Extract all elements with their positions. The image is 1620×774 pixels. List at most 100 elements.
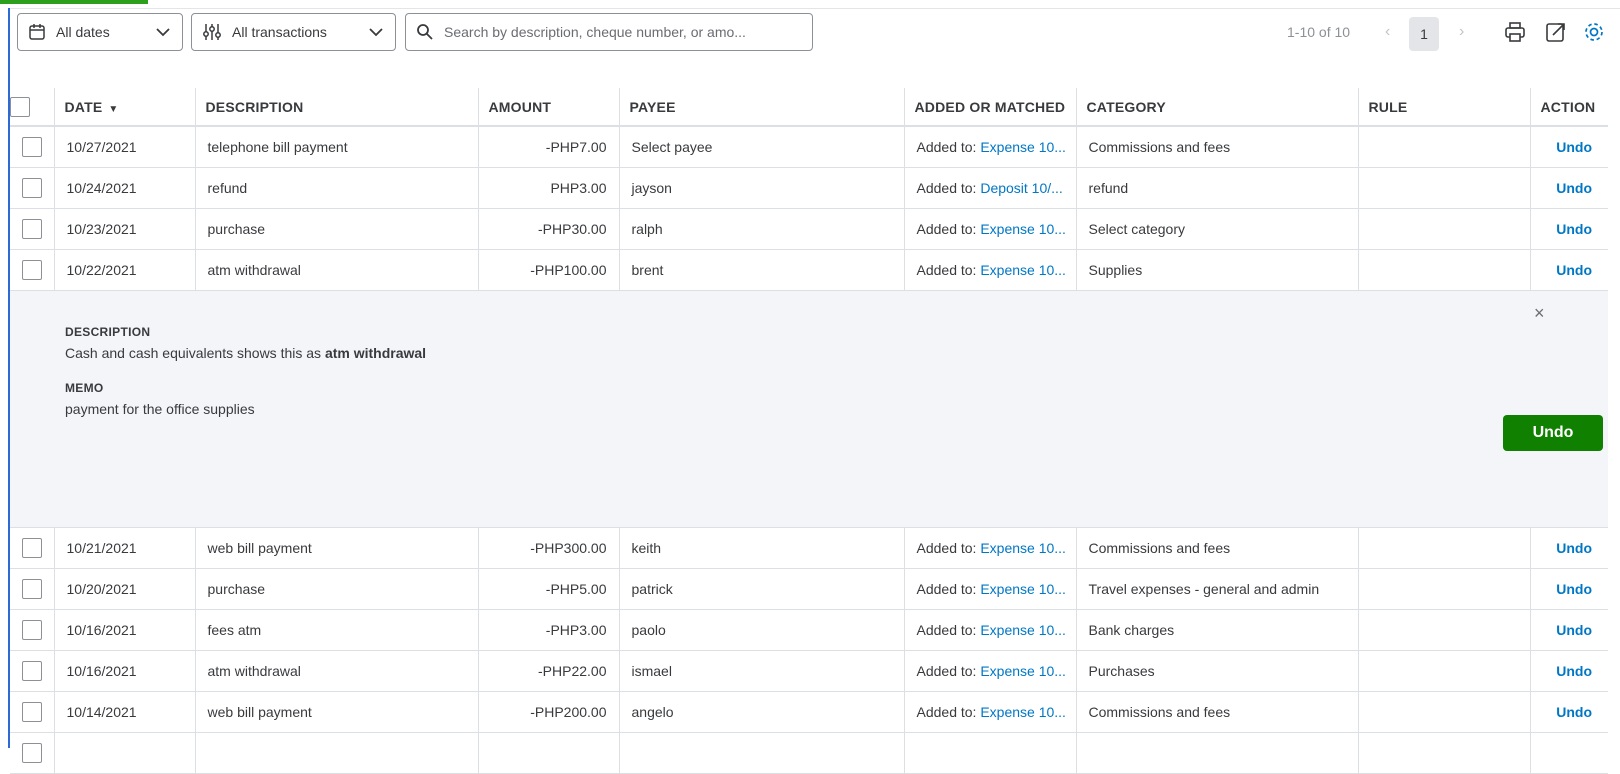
row-checkbox[interactable] (21, 701, 42, 722)
payee-cell[interactable]: ralph (619, 208, 905, 250)
added-or-matched-cell: Added to: Expense 10... (904, 609, 1077, 651)
row-checkbox[interactable] (21, 537, 42, 558)
undo-link[interactable]: Undo (1530, 126, 1608, 168)
matched-transaction-link[interactable]: Expense 10... (980, 540, 1066, 556)
close-icon[interactable]: × (1534, 303, 1545, 324)
rule-cell (1358, 650, 1531, 692)
payee-cell[interactable]: patrick (619, 568, 905, 610)
previous-page-button[interactable]: ‹ (1385, 23, 1390, 41)
column-header-payee[interactable]: PAYEE (619, 88, 905, 127)
row-checkbox[interactable] (21, 259, 42, 280)
undo-link[interactable]: Undo (1530, 609, 1608, 651)
row-checkbox[interactable] (21, 136, 42, 157)
table-row[interactable]: 10/16/2021 fees atm -PHP3.00 paolo Added to:… (10, 609, 1608, 651)
column-header-category[interactable]: CATEGORY (1076, 88, 1359, 127)
payee-cell[interactable]: jayson (619, 167, 905, 209)
undo-button[interactable]: Undo (1503, 414, 1603, 451)
undo-link[interactable]: Undo (1530, 208, 1608, 250)
category-cell[interactable]: Travel expenses - general and admin (1076, 568, 1359, 610)
table-row[interactable]: 10/23/2021 purchase -PHP30.00 ralph Added to… (10, 208, 1608, 250)
print-icon[interactable] (1504, 21, 1526, 43)
table-row[interactable]: 10/24/2021 refund PHP3.00 jayson Added to: D… (10, 167, 1608, 209)
category-cell[interactable]: Commissions and fees (1076, 126, 1359, 168)
page-number-button[interactable]: 1 (1409, 17, 1439, 51)
row-select-cell (10, 208, 55, 250)
transaction-filter-dropdown[interactable]: All transactions (191, 13, 396, 51)
row-checkbox[interactable] (21, 578, 42, 599)
payee-cell[interactable]: Select payee (619, 126, 905, 168)
rule-cell (1358, 167, 1531, 209)
row-select-cell (10, 650, 55, 692)
expanded-detail-row: DESCRIPTION Cash and cash equivalents sho… (10, 290, 1608, 528)
column-header-description[interactable]: DESCRIPTION (195, 88, 479, 127)
matched-transaction-link[interactable]: Expense 10... (980, 704, 1066, 720)
matched-transaction-link[interactable]: Expense 10... (980, 139, 1066, 155)
rule-cell (1358, 691, 1531, 733)
table-row[interactable]: 10/27/2021 telephone bill payment -PHP7.00… (10, 126, 1608, 168)
description-cell: refund (195, 167, 479, 209)
amount-cell: -PHP200.00 (478, 691, 620, 733)
row-checkbox[interactable] (21, 177, 42, 198)
category-cell[interactable]: Select category (1076, 208, 1359, 250)
undo-link[interactable]: Undo (1530, 691, 1608, 733)
description-cell: purchase (195, 208, 479, 250)
matched-transaction-link[interactable]: Expense 10... (980, 622, 1066, 638)
detail-description-value: atm withdrawal (324, 344, 427, 361)
undo-link[interactable]: Undo (1530, 167, 1608, 209)
category-cell[interactable]: Commissions and fees (1076, 527, 1359, 569)
table-row[interactable]: 10/14/2021 web bill payment -PHP200.00 ange… (10, 691, 1608, 733)
undo-link[interactable]: Undo (1530, 527, 1608, 569)
undo-link[interactable]: Undo (1530, 568, 1608, 610)
matched-transaction-link[interactable]: Expense 10... (980, 663, 1066, 679)
table-row[interactable]: 10/20/2021 purchase -PHP5.00 patrick Added t… (10, 568, 1608, 610)
matched-transaction-link[interactable]: Expense 10... (980, 262, 1066, 278)
category-cell[interactable]: Purchases (1076, 650, 1359, 692)
chevron-down-icon (156, 25, 170, 42)
payee-cell[interactable]: paolo (619, 609, 905, 651)
undo-link[interactable]: Undo (1530, 249, 1608, 291)
row-checkbox[interactable] (21, 742, 42, 763)
column-header-rule[interactable]: RULE (1358, 88, 1531, 127)
category-cell[interactable]: Bank charges (1076, 609, 1359, 651)
row-checkbox[interactable] (21, 619, 42, 640)
payee-cell[interactable]: keith (619, 527, 905, 569)
table-row[interactable]: 10/21/2021 web bill payment -PHP300.00 keit… (10, 527, 1608, 569)
added-or-matched-cell: Added to: Expense 10... (904, 691, 1077, 733)
category-cell[interactable]: refund (1076, 167, 1359, 209)
description-cell: web bill payment (195, 691, 479, 733)
date-filter-dropdown[interactable]: All dates (17, 13, 183, 51)
description-cell: web bill payment (195, 527, 479, 569)
date-cell: 10/27/2021 (54, 126, 196, 168)
row-checkbox[interactable] (21, 660, 42, 681)
column-header-amount[interactable]: AMOUNT (478, 88, 620, 127)
export-icon[interactable] (1545, 21, 1567, 43)
column-header-added-or-matched[interactable]: ADDED OR MATCHED (904, 88, 1077, 127)
gear-icon[interactable] (1583, 21, 1605, 43)
description-cell: telephone bill payment (195, 126, 479, 168)
payee-cell[interactable]: brent (619, 249, 905, 291)
next-page-button[interactable]: › (1459, 23, 1464, 41)
column-header-date[interactable]: DATE ▼ (54, 88, 196, 127)
select-all-checkbox[interactable] (10, 96, 30, 117)
category-cell[interactable]: Commissions and fees (1076, 691, 1359, 733)
payee-cell[interactable]: ismael (619, 650, 905, 692)
date-cell: 10/16/2021 (54, 609, 196, 651)
undo-link[interactable]: Undo (1530, 650, 1608, 692)
table-header-row: DATE ▼ DESCRIPTION AMOUNT PAYEE ADDED OR … (10, 88, 1608, 127)
table-row[interactable]: 10/22/2021 atm withdrawal -PHP100.00 brent A… (10, 249, 1608, 291)
table-row[interactable]: 10/16/2021 atm withdrawal -PHP22.00 ismael A… (10, 650, 1608, 692)
row-select-cell (10, 568, 55, 610)
matched-transaction-link[interactable]: Deposit 10/... (980, 180, 1063, 196)
amount-cell: -PHP30.00 (478, 208, 620, 250)
rule-cell (1358, 568, 1531, 610)
category-cell[interactable]: Supplies (1076, 249, 1359, 291)
row-checkbox[interactable] (21, 218, 42, 239)
search-input[interactable]: Search by description, cheque number, or… (405, 13, 813, 51)
matched-transaction-link[interactable]: Expense 10... (980, 221, 1066, 237)
date-cell: 10/16/2021 (54, 650, 196, 692)
matched-transaction-link[interactable]: Expense 10... (980, 581, 1066, 597)
description-cell: atm withdrawal (195, 249, 479, 291)
payee-cell[interactable]: angelo (619, 691, 905, 733)
chevron-down-icon (369, 25, 383, 42)
added-to-label: Added to: (916, 580, 981, 597)
